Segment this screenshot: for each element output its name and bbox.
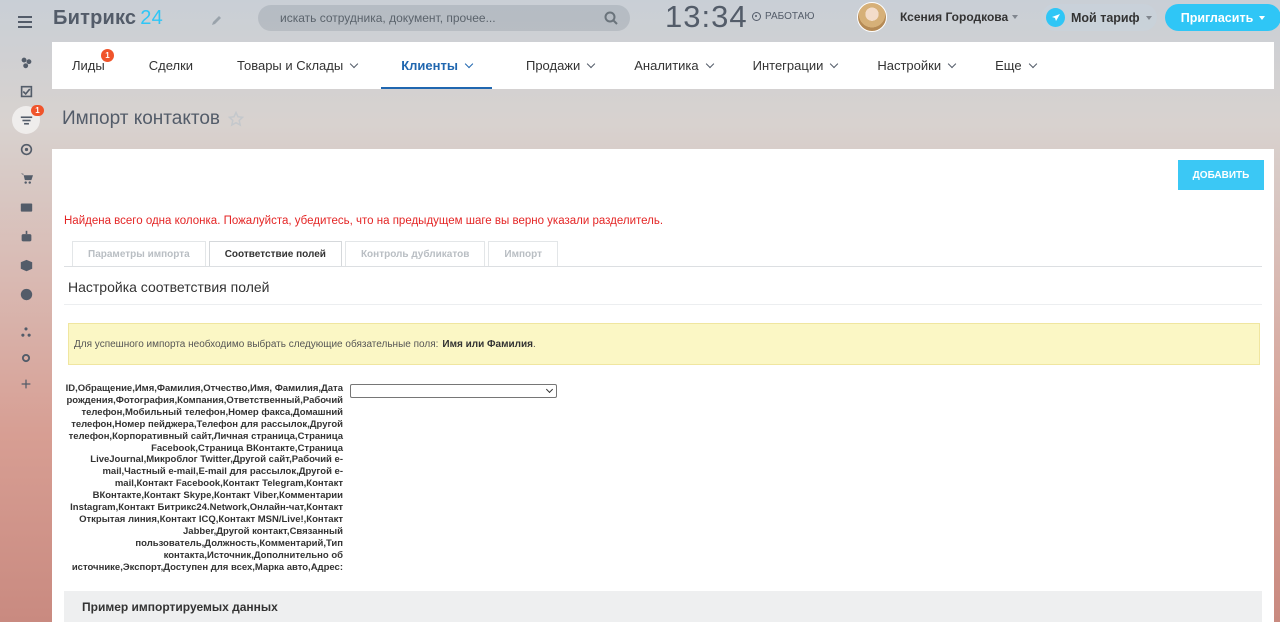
nav-label: Клиенты (401, 58, 458, 73)
crm-nav: Лиды 1 Сделки Товары и Склады Клиенты Про… (52, 42, 1274, 89)
tab-import[interactable]: Импорт (488, 241, 558, 266)
plus-icon[interactable] (18, 377, 34, 391)
page-title-wrap: Импорт контактов (62, 108, 245, 130)
rocket-icon (1046, 8, 1065, 27)
nav-item-settings[interactable]: Настройки (857, 42, 975, 89)
tab-field-mapping[interactable]: Соответствие полей (208, 241, 342, 267)
logo-number: 24 (140, 7, 163, 29)
tariff-label: Мой тариф (1071, 10, 1140, 25)
import-panel: ДОБАВИТЬ Найдена всего одна колонка. Пож… (52, 149, 1274, 622)
nav-item-leads[interactable]: Лиды 1 (52, 42, 125, 89)
nav-label: Продажи (525, 58, 581, 73)
nav-item-more[interactable]: Еще (975, 42, 1055, 89)
tab-import-params[interactable]: Параметры импорта (72, 241, 206, 266)
notice-end: . (533, 338, 536, 350)
notice-required: Имя или Фамилия (442, 338, 533, 350)
search-icon[interactable] (604, 11, 618, 25)
chevron-down-icon (705, 59, 714, 68)
chevron-down-icon (545, 385, 554, 394)
nav-label: Сделки (148, 58, 194, 73)
box-icon[interactable] (12, 251, 40, 279)
nav-item-integrations[interactable]: Интеграции (733, 42, 858, 89)
chevron-down-icon (830, 59, 839, 68)
avatar[interactable] (857, 2, 887, 32)
search-bar (258, 5, 630, 31)
chevron-down-icon (587, 59, 596, 68)
nav-label: Настройки (877, 58, 942, 73)
chevron-down-icon (1145, 15, 1152, 20)
feed-icon[interactable] (12, 48, 40, 76)
target-icon[interactable] (12, 135, 40, 163)
search-input[interactable] (280, 11, 600, 25)
chevron-down-icon (1028, 59, 1037, 68)
chevron-down-icon (349, 59, 359, 68)
invite-label: Пригласить (1180, 10, 1254, 25)
tab-duplicates[interactable]: Контроль дубликатов (344, 241, 486, 266)
nav-label: Интеграции (752, 58, 824, 73)
status-icon (752, 12, 761, 21)
example-data-header[interactable]: Пример импортируемых данных (64, 591, 1262, 622)
tasks-icon[interactable] (12, 77, 40, 105)
nav-label: Товары и Склады (237, 58, 344, 73)
left-rail: 1 (0, 0, 52, 622)
user-name: Ксения Городкова (900, 10, 1009, 24)
sitemap-icon[interactable] (18, 325, 34, 339)
pencil-icon[interactable] (212, 12, 222, 25)
error-message: Найдена всего одна колонка. Пожалуйста, … (64, 215, 664, 227)
status-label: РАБОТАЮ (765, 11, 815, 22)
logo[interactable]: Битрикс 24 (53, 7, 163, 30)
field-label: ID,Обращение,Имя,Фамилия,Отчество,Имя, Ф… (65, 383, 343, 573)
nav-item-sales[interactable]: Продажи (506, 42, 614, 89)
crm-badge: 1 (31, 105, 44, 116)
required-fields-notice: Для успешного импорта необходимо выбрать… (68, 323, 1260, 365)
section-title: Настройка соответствия полей (68, 279, 270, 295)
gear-icon[interactable] (18, 351, 34, 365)
divider (64, 304, 1262, 305)
chevron-down-icon (464, 59, 474, 68)
divider (64, 266, 1262, 267)
chevron-down-icon (1012, 15, 1019, 19)
logo-text: Битрикс (53, 7, 137, 29)
work-status[interactable]: РАБОТАЮ (752, 11, 814, 22)
page-title: Импорт контактов (62, 108, 221, 129)
nav-item-clients[interactable]: Клиенты (381, 42, 492, 89)
nav-label: Лиды (72, 58, 105, 73)
invite-button[interactable]: Пригласить (1165, 4, 1280, 31)
import-tabs: Параметры импорта Соответствие полей Кон… (72, 241, 558, 267)
field-mapping-select[interactable] (350, 384, 557, 398)
chevron-down-icon (947, 59, 957, 68)
nav-label: Еще (995, 58, 1022, 73)
top-header: Битрикс24 13:34 РАБОТАЮ Ксения Городкова… (52, 0, 1280, 35)
clock[interactable]: 13:34 (665, 0, 748, 35)
crm-icon[interactable]: 1 (12, 105, 44, 134)
cart-icon[interactable] (12, 164, 40, 192)
tariff-button[interactable]: Мой тариф (1041, 4, 1157, 31)
chevron-circle-icon[interactable] (12, 280, 40, 308)
nav-item-products[interactable]: Товары и Склады (217, 42, 377, 89)
nav-item-deals[interactable]: Сделки (129, 42, 213, 89)
user-menu[interactable]: Ксения Городкова (900, 10, 1019, 24)
menu-icon[interactable] (18, 14, 34, 28)
robot-icon[interactable] (12, 222, 40, 250)
notice-text: Для успешного импорта необходимо выбрать… (74, 338, 439, 350)
nav-label: Аналитика (634, 58, 699, 73)
nav-item-analytics[interactable]: Аналитика (614, 42, 732, 89)
chevron-down-icon (1259, 15, 1266, 20)
leads-badge: 1 (101, 49, 114, 62)
contact-card-icon[interactable] (12, 193, 40, 221)
add-button[interactable]: ДОБАВИТЬ (1178, 160, 1264, 190)
star-icon[interactable] (227, 110, 245, 127)
